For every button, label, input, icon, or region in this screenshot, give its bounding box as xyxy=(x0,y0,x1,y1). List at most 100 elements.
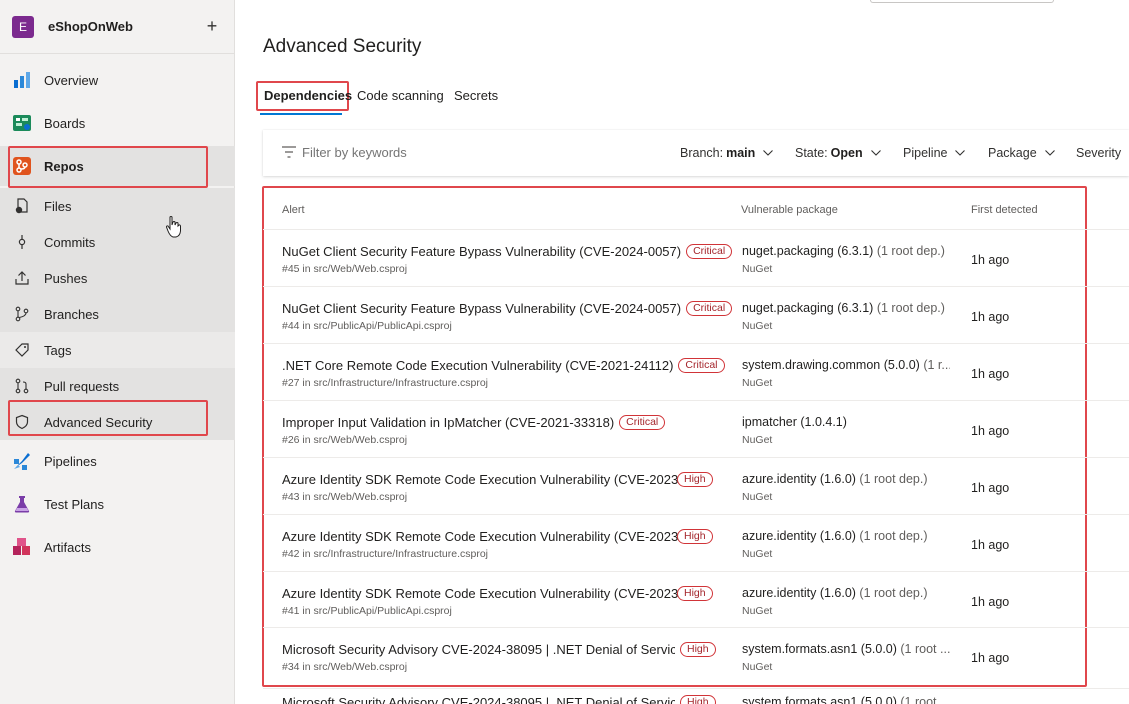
alert-title-text: Azure Identity SDK Remote Code Execution… xyxy=(282,472,694,487)
boards-icon xyxy=(12,113,32,133)
vulnerable-package: system.drawing.common (5.0.0) (1 r... xyxy=(742,358,950,372)
vulnerable-package: system.formats.asn1 (5.0.0) (1 root ... xyxy=(742,642,950,656)
alert-location: #34 in src/Web/Web.csproj xyxy=(282,661,408,673)
sidebar-item-files[interactable]: Files xyxy=(0,188,235,224)
alert-title: Microsoft Security Advisory CVE-2024-380… xyxy=(282,642,716,657)
sidebar-item-label: Files xyxy=(44,198,72,214)
alert-title: Azure Identity SDK Remote Code Execution… xyxy=(282,472,713,487)
sidebar-item-pushes[interactable]: Pushes xyxy=(0,260,235,296)
sidebar-item-branches[interactable]: Branches xyxy=(0,296,235,332)
sidebar-item-label: Pull requests xyxy=(44,378,120,394)
first-detected: 1h ago xyxy=(971,424,1010,438)
alert-title: Improper Input Validation in IpMatcher (… xyxy=(282,415,666,430)
severity-filter-dropdown[interactable]: Severity xyxy=(1076,146,1121,160)
alert-location: #43 in src/Web/Web.csproj xyxy=(282,491,408,503)
table-row[interactable]: Improper Input Validation in IpMatcher (… xyxy=(263,400,1129,457)
table-row[interactable]: NuGet Client Security Feature Bypass Vul… xyxy=(263,229,1129,286)
sidebar-item-label: Repos xyxy=(44,158,84,174)
push-icon xyxy=(14,270,30,286)
project-sidebar: E eShopOnWeb + Overview Boards Repos Fil… xyxy=(0,0,235,704)
package-root-deps: (1 root dep.) xyxy=(855,586,928,600)
page-title: Advanced Security xyxy=(263,36,422,57)
alert-title-text: .NET Core Remote Code Execution Vulnerab… xyxy=(282,358,674,373)
chevron-down-icon xyxy=(763,150,774,156)
branch-filter-dropdown[interactable]: Branch: main xyxy=(680,146,774,160)
state-filter-dropdown[interactable]: State: Open xyxy=(795,146,881,160)
table-row[interactable]: Microsoft Security Advisory CVE-2024-380… xyxy=(263,627,1129,684)
package-root-deps: (1 root ... xyxy=(896,695,950,704)
severity-badge: High xyxy=(680,642,716,657)
package-filter-dropdown[interactable]: Package xyxy=(988,146,1055,160)
alert-title: NuGet Client Security Feature Bypass Vul… xyxy=(282,244,733,259)
package-ecosystem: NuGet xyxy=(742,263,773,275)
state-filter-value: Open xyxy=(830,146,863,160)
table-row[interactable]: Microsoft Security Advisory CVE-2024-380… xyxy=(263,688,1129,704)
tag-icon xyxy=(14,342,30,358)
package-name: azure.identity (1.6.0) xyxy=(742,586,856,600)
add-icon[interactable]: + xyxy=(202,16,222,37)
package-ecosystem: NuGet xyxy=(742,491,773,503)
sidebar-item-pull-requests[interactable]: Pull requests xyxy=(0,368,235,404)
severity-badge: High xyxy=(677,529,713,544)
package-ecosystem: NuGet xyxy=(742,377,773,389)
first-detected: 1h ago xyxy=(971,651,1010,665)
severity-badge: High xyxy=(677,472,713,487)
sidebar-item-advanced-security[interactable]: Advanced Security xyxy=(0,404,235,440)
tab-code-scanning[interactable]: Code scanning xyxy=(357,88,444,103)
package-root-deps: (1 root dep.) xyxy=(855,472,928,486)
column-header-first-detected[interactable]: First detected xyxy=(971,204,1038,216)
project-name[interactable]: eShopOnWeb xyxy=(48,19,202,34)
severity-badge: Critical xyxy=(686,244,733,259)
table-row[interactable]: Azure Identity SDK Remote Code Execution… xyxy=(263,571,1129,628)
first-detected: 1h ago xyxy=(971,310,1010,324)
sidebar-item-label: Test Plans xyxy=(44,496,104,512)
sidebar-item-overview[interactable]: Overview xyxy=(0,62,235,98)
sidebar-item-test-plans[interactable]: Test Plans xyxy=(0,486,235,522)
alert-title-text: NuGet Client Security Feature Bypass Vul… xyxy=(282,244,682,259)
sidebar-item-label: Commits xyxy=(44,234,96,250)
table-row[interactable]: .NET Core Remote Code Execution Vulnerab… xyxy=(263,343,1129,400)
alert-title-text: Microsoft Security Advisory CVE-2024-380… xyxy=(282,695,675,704)
sidebar-item-tags[interactable]: Tags xyxy=(0,332,235,368)
chevron-down-icon xyxy=(870,150,881,156)
alert-location: #26 in src/Web/Web.csproj xyxy=(282,434,408,446)
filter-keywords-input[interactable] xyxy=(302,145,602,160)
alert-title: Azure Identity SDK Remote Code Execution… xyxy=(282,529,713,544)
branch-icon xyxy=(14,306,30,322)
severity-badge: Critical xyxy=(678,358,725,373)
pipeline-filter-label: Pipeline xyxy=(903,146,948,160)
sidebar-item-label: Overview xyxy=(44,72,99,88)
state-filter-label: State: xyxy=(795,146,828,160)
package-root-deps: (1 root dep.) xyxy=(873,244,945,258)
chevron-down-icon xyxy=(1044,150,1055,156)
tab-dependencies[interactable]: Dependencies xyxy=(264,88,352,103)
severity-filter-label: Severity xyxy=(1076,146,1122,160)
alert-title-text: Microsoft Security Advisory CVE-2024-380… xyxy=(282,642,675,657)
sidebar-item-artifacts[interactable]: Artifacts xyxy=(0,529,235,565)
sidebar-item-repos[interactable]: Repos xyxy=(0,146,235,186)
sidebar-item-boards[interactable]: Boards xyxy=(0,105,235,141)
alert-title: Azure Identity SDK Remote Code Execution… xyxy=(282,586,713,601)
package-name: system.formats.asn1 (5.0.0) xyxy=(742,642,897,656)
sidebar-item-commits[interactable]: Commits xyxy=(0,224,235,260)
alert-title: NuGet Client Security Feature Bypass Vul… xyxy=(282,301,733,316)
shield-icon xyxy=(14,414,30,430)
sidebar-item-label: Branches xyxy=(44,306,99,322)
repos-icon xyxy=(12,156,32,176)
alert-location: #27 in src/Infrastructure/Infrastructure… xyxy=(282,377,488,389)
table-row[interactable]: NuGet Client Security Feature Bypass Vul… xyxy=(263,286,1129,343)
column-header-alert[interactable]: Alert xyxy=(282,204,305,216)
files-icon xyxy=(14,198,30,214)
vulnerable-package: system.formats.asn1 (5.0.0) (1 root ... xyxy=(742,695,950,704)
branch-filter-label: Branch: xyxy=(680,146,724,160)
sidebar-item-pipelines[interactable]: Pipelines xyxy=(0,443,235,479)
pipeline-filter-dropdown[interactable]: Pipeline xyxy=(903,146,966,160)
tab-secrets[interactable]: Secrets xyxy=(454,88,498,103)
table-row[interactable]: Azure Identity SDK Remote Code Execution… xyxy=(263,457,1129,514)
column-header-vulnerable-package[interactable]: Vulnerable package xyxy=(741,204,838,216)
project-avatar[interactable]: E xyxy=(12,15,34,38)
filter-bar: Branch:main State:Open Pipeline Package … xyxy=(263,130,1129,176)
package-ecosystem: NuGet xyxy=(742,434,773,446)
alert-title: Microsoft Security Advisory CVE-2024-380… xyxy=(282,695,716,704)
table-row[interactable]: Azure Identity SDK Remote Code Execution… xyxy=(263,514,1129,571)
